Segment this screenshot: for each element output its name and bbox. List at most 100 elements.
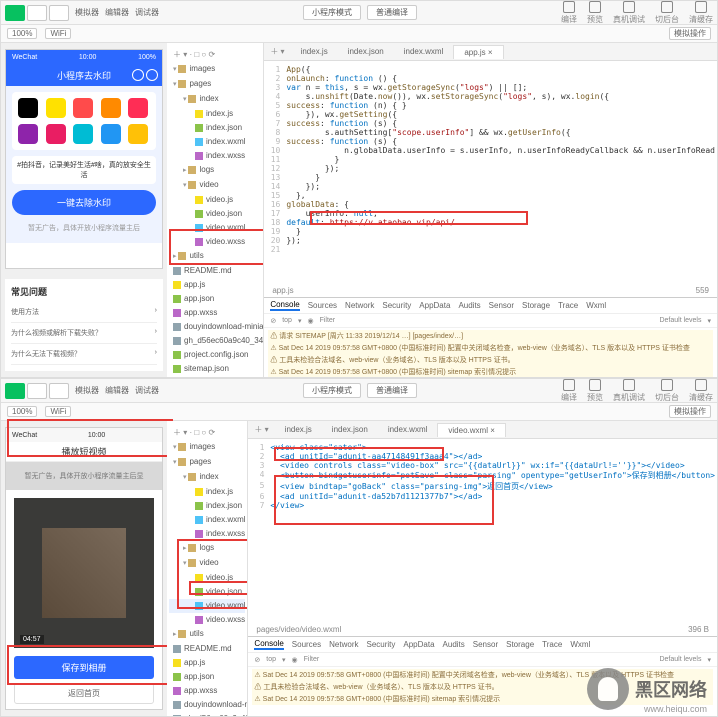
devtools-tab[interactable]: Sensor (473, 640, 498, 649)
debugger-toggle[interactable] (49, 383, 69, 399)
devtools-tab[interactable]: Storage (506, 640, 534, 649)
devtools-tab[interactable]: Sensor (489, 301, 514, 310)
devtools-tab[interactable]: Wxml (570, 640, 590, 649)
compile-select[interactable]: 普通编译 (367, 383, 417, 398)
save-to-album-button[interactable]: 保存到相册 (14, 656, 154, 679)
app-icon[interactable] (101, 124, 121, 144)
devtools-tab[interactable]: Audits (458, 301, 480, 310)
tree-file[interactable]: gh_d56ec60a9c40_344.jpg (169, 334, 261, 348)
tree-file[interactable]: app.wxss (169, 684, 245, 698)
devtools-tab[interactable]: Sources (292, 640, 321, 649)
tree-file[interactable]: video.wxss (169, 613, 245, 627)
faq-item[interactable]: 为什么视频或解析下载失败？› (11, 323, 157, 344)
editor-tab[interactable]: index.js (275, 423, 322, 436)
tree-folder[interactable]: index (169, 470, 245, 485)
editor-toggle[interactable] (27, 383, 47, 399)
devtools-tab[interactable]: Sources (308, 301, 337, 310)
tree-folder[interactable]: images (169, 62, 261, 77)
tree-file[interactable]: index.json (169, 499, 245, 513)
devtools-tab[interactable]: Trace (558, 301, 578, 310)
tree-file[interactable]: index.wxss (169, 527, 245, 541)
tree-file[interactable]: douyindownload-miniapp-master.zip (169, 320, 261, 334)
tree-folder[interactable]: pages (169, 455, 245, 470)
preview-button[interactable]: 预览 (587, 1, 603, 25)
tree-folder[interactable]: index (169, 92, 261, 107)
tree-file[interactable]: index.js (169, 107, 261, 121)
tree-file[interactable]: gh_d56ec60a9c40_344.jpg (169, 712, 245, 716)
devtools-tab[interactable]: Console (254, 639, 283, 650)
devtools-tab[interactable]: Security (366, 640, 395, 649)
remove-watermark-button[interactable]: 一键去除水印 (12, 190, 156, 215)
devtools-tab[interactable]: Audits (443, 640, 465, 649)
app-icon[interactable] (46, 124, 66, 144)
tree-file[interactable]: video.js (169, 193, 261, 207)
menu-capsule[interactable] (132, 69, 144, 81)
tree-folder[interactable]: logs (169, 163, 261, 178)
code-editor[interactable]: 1App({ 2 onLaunch: function () { 3 var n… (264, 61, 717, 284)
video-player[interactable]: ▶ 04:57 (14, 498, 154, 648)
editor-toggle[interactable] (27, 5, 47, 21)
app-icon[interactable] (128, 98, 148, 118)
tree-folder[interactable]: utils (169, 249, 261, 264)
tree-file[interactable]: sitemap.json (169, 362, 261, 376)
devtools-tab[interactable]: Wxml (586, 301, 606, 310)
tree-folder[interactable]: utils (169, 627, 245, 642)
console-context[interactable]: top (282, 317, 292, 324)
tree-folder[interactable]: images (169, 440, 245, 455)
remote-debug-button[interactable]: 真机调试 (613, 1, 645, 25)
new-tab-button[interactable]: ＋ ▾ (264, 46, 290, 57)
devtools-tab[interactable]: Network (345, 301, 374, 310)
network-select[interactable]: WiFi (45, 28, 71, 39)
editor-tab-active[interactable]: video.wxml × (437, 423, 505, 437)
tree-file[interactable]: README.md (169, 264, 261, 278)
devtools-tab[interactable]: Trace (542, 640, 562, 649)
tree-file[interactable]: index.js (169, 485, 245, 499)
tree-file[interactable]: README.md (169, 642, 245, 656)
tree-file[interactable]: index.json (169, 121, 261, 135)
faq-item[interactable]: 使用方法› (11, 302, 157, 323)
faq-item[interactable]: 为什么无法下载视频？› (11, 344, 157, 365)
tree-file[interactable]: app.wxss (169, 306, 261, 320)
app-icon[interactable] (73, 98, 93, 118)
simulator-toggle[interactable] (5, 5, 25, 21)
new-tab-button[interactable]: ＋ ▾ (248, 424, 274, 435)
app-icon[interactable] (18, 124, 38, 144)
console-clear-icon[interactable]: ⊘ (254, 656, 260, 664)
tree-file[interactable]: video.wxml (169, 599, 245, 613)
editor-tab[interactable]: index.json (322, 423, 378, 436)
tree-file[interactable]: video.wxss (169, 235, 261, 249)
app-icon[interactable] (128, 124, 148, 144)
network-select[interactable]: WiFi (45, 406, 71, 417)
tree-file[interactable]: app.js (169, 278, 261, 292)
app-icon[interactable] (73, 124, 93, 144)
tree-folder[interactable]: video (169, 178, 261, 193)
simulator-toggle[interactable] (5, 383, 25, 399)
tree-folder[interactable]: pages (169, 77, 261, 92)
tree-file[interactable]: app.json (169, 670, 245, 684)
tree-folder[interactable]: logs (169, 541, 245, 556)
preview-button[interactable]: 预览 (587, 379, 603, 403)
devtools-tab[interactable]: AppData (403, 640, 434, 649)
zoom-select[interactable]: 100% (7, 28, 37, 39)
compile-select[interactable]: 普通编译 (367, 5, 417, 20)
editor-tab[interactable]: index.js (291, 45, 338, 58)
tree-file[interactable]: douyindownload-miniapp-master.zip (169, 698, 245, 712)
editor-tab-active[interactable]: app.js × (453, 45, 503, 59)
compile-button[interactable]: 编译 (561, 379, 577, 403)
editor-tab[interactable]: index.json (338, 45, 394, 58)
zoom-select[interactable]: 100% (7, 406, 37, 417)
clear-cache-button[interactable]: 清缓存 (689, 379, 713, 403)
devtools-tab[interactable]: Storage (522, 301, 550, 310)
tree-file[interactable]: index.wxml (169, 135, 261, 149)
console-filter[interactable]: Filter (320, 317, 336, 324)
mode-select[interactable]: 小程序模式 (303, 5, 361, 20)
devtools-tab[interactable]: AppData (419, 301, 450, 310)
tree-file[interactable]: video.wxml (169, 221, 261, 235)
tree-file[interactable]: video.json (169, 585, 245, 599)
background-button[interactable]: 切后台 (655, 379, 679, 403)
debugger-toggle[interactable] (49, 5, 69, 21)
clear-cache-button[interactable]: 清缓存 (689, 1, 713, 25)
tree-file[interactable]: video.js (169, 571, 245, 585)
background-button[interactable]: 切后台 (655, 1, 679, 25)
code-editor[interactable]: 1<view class="cater"> 2 <ad unitId="adun… (248, 439, 717, 623)
